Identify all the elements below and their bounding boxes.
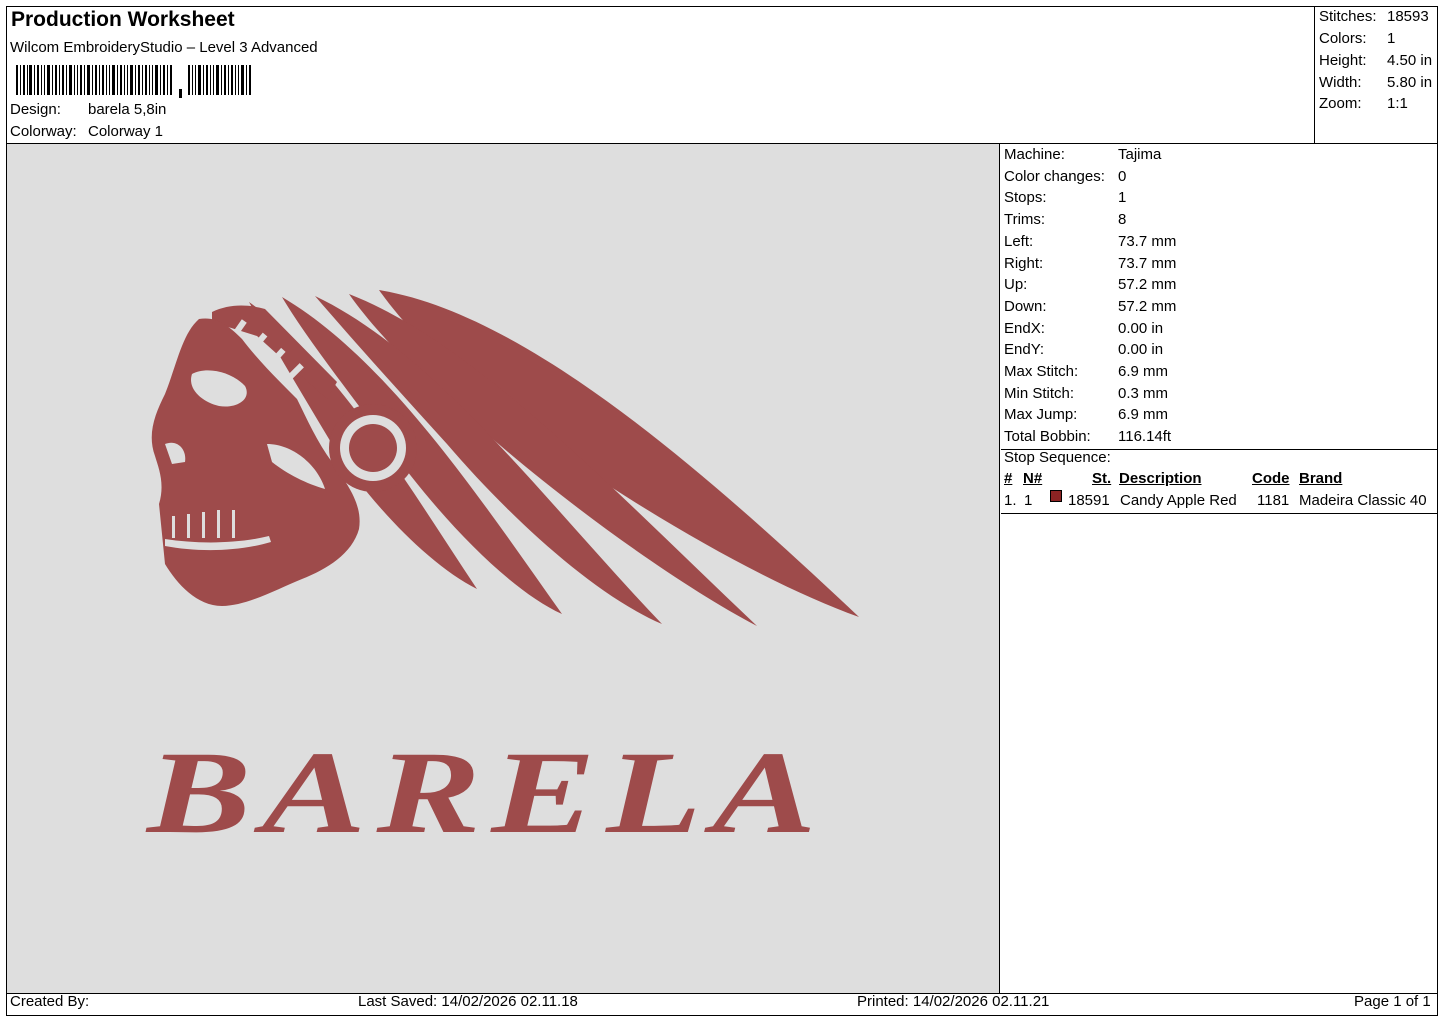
width-value: 5.80 in (1387, 74, 1433, 91)
thread-color-swatch (1050, 490, 1062, 502)
machine-info-row: Trims: 8 (1004, 211, 1126, 229)
machine-info-label: EndY: (1004, 341, 1045, 359)
stitches-value: 18593 (1387, 8, 1429, 25)
machine-info-row: Total Bobbin: 116.14ft (1004, 428, 1171, 446)
software-name: Wilcom EmbroideryStudio – Level 3 Advanc… (10, 39, 318, 56)
machine-info-label: Left: (1004, 232, 1034, 250)
machine-info-value: 73.7 mm (1118, 254, 1177, 272)
header-num: # (1004, 470, 1013, 487)
stitches-row: Stitches: 18593 (1319, 8, 1429, 25)
machine-info-value: 116.14ft (1118, 428, 1172, 446)
summary-box: Stitches: 18593 Colors: 1 Height: 4.50 in W… (1314, 6, 1438, 143)
machine-info-label: Up: (1004, 276, 1028, 294)
machine-info-value: 73.7 mm (1118, 232, 1177, 250)
row-code: 1181 (1257, 492, 1290, 509)
machine-info-panel: Machine: Tajima Color changes: 0 Stops: 1 Trim… (1001, 144, 1438, 993)
machine-info-row: Max Jump: 6.9 mm (1004, 406, 1168, 424)
design-text: BARELA (144, 727, 827, 858)
colors-label: Colors: (1319, 30, 1367, 47)
row-brand: Madeira Classic 40 (1299, 492, 1427, 509)
header-code: Code (1252, 470, 1290, 487)
width-label: Width: (1319, 74, 1362, 91)
machine-info-row: EndY: 0.00 in (1004, 341, 1163, 359)
machine-info-row: Left: 73.7 mm (1004, 232, 1176, 250)
machine-info-label: Down: (1004, 297, 1047, 315)
zoom-value: 1:1 (1387, 95, 1408, 112)
machine-info-row: Machine: Tajima (1004, 146, 1161, 163)
barcode (16, 65, 251, 98)
machine-info-label: Machine: (1004, 146, 1065, 163)
created-by: Created By: (10, 993, 90, 1010)
zoom-row: Zoom: 1:1 (1319, 95, 1408, 112)
height-value: 4.50 in (1387, 52, 1433, 69)
design-label: Design: (10, 101, 61, 118)
footer-divider (6, 993, 1438, 994)
row-stitches: 18591 (1068, 492, 1110, 509)
row-needle: 1 (1024, 492, 1033, 509)
machine-info-row: Up: 57.2 mm (1004, 276, 1176, 294)
height-label: Height: (1319, 52, 1367, 69)
machine-info-label: Color changes: (1004, 167, 1105, 185)
colors-row: Colors: 1 (1319, 30, 1395, 47)
machine-info-label: Trims: (1004, 211, 1046, 229)
machine-info-row: Min Stitch: 0.3 mm (1004, 384, 1168, 402)
stitches-label: Stitches: (1319, 8, 1377, 25)
printed-date: Printed: 14/02/2026 02.11.21 (857, 993, 1050, 1010)
height-row: Height: 4.50 in (1319, 52, 1432, 69)
worksheet-header: Production Worksheet Wilcom EmbroiderySt… (6, 6, 1314, 143)
colorway-label: Colorway: (10, 123, 77, 140)
last-saved: Last Saved: 14/02/2026 02.11.18 (358, 993, 578, 1010)
machine-info-row: Stops: 1 (1004, 189, 1126, 207)
zoom-label: Zoom: (1319, 95, 1362, 112)
machine-info-row: Down: 57.2 mm (1004, 297, 1176, 315)
machine-info-value: 8 (1118, 211, 1127, 229)
colorway-value: Colorway 1 (88, 123, 164, 140)
machine-info-value: 57.2 mm (1118, 276, 1177, 294)
machine-info-value: 57.2 mm (1118, 297, 1177, 315)
machine-info-label: Max Stitch: (1004, 363, 1079, 380)
machine-info-value: 6.9 mm (1118, 363, 1169, 380)
machine-info-label: Right: (1004, 254, 1044, 272)
page-number: Page 1 of 1 (1354, 993, 1431, 1010)
machine-info-label: Max Jump: (1004, 406, 1078, 424)
row-num: 1. (1004, 492, 1017, 509)
stop-sequence-title: Stop Sequence: (1004, 449, 1111, 466)
stop-sequence-divider-bottom (1001, 513, 1438, 514)
machine-info-value: 0.00 in (1118, 319, 1164, 337)
machine-info-value: Tajima (1118, 146, 1162, 163)
machine-info-row: Right: 73.7 mm (1004, 254, 1176, 272)
machine-info-label: EndX: (1004, 319, 1045, 337)
machine-info-row: EndX: 0.00 in (1004, 319, 1163, 337)
machine-info-value: 0 (1118, 167, 1127, 185)
header-stitches: St. (1092, 470, 1112, 487)
width-row: Width: 5.80 in (1319, 74, 1432, 91)
header-description: Description (1119, 470, 1202, 487)
machine-info-value: 0.3 mm (1118, 384, 1169, 402)
embroidery-design: BARELA (144, 290, 859, 858)
header-needle: N# (1023, 470, 1043, 487)
page-title: Production Worksheet (11, 8, 235, 31)
machine-info-row: Max Stitch: 6.9 mm (1004, 363, 1168, 380)
design-value: barela 5,8in (88, 101, 167, 118)
design-preview: BARELA (7, 144, 1000, 993)
colors-value: 1 (1387, 30, 1396, 47)
machine-info-value: 6.9 mm (1118, 406, 1169, 424)
machine-info-label: Min Stitch: (1004, 384, 1075, 402)
machine-info-row: Color changes: 0 (1004, 167, 1126, 185)
header-brand: Brand (1299, 470, 1343, 487)
machine-info-label: Total Bobbin: (1004, 428, 1091, 446)
machine-info-label: Stops: (1004, 189, 1047, 207)
row-description: Candy Apple Red (1120, 492, 1237, 509)
colorway-field: Colorway: Colorway 1 (10, 123, 163, 140)
machine-info-value: 0.00 in (1118, 341, 1164, 359)
machine-info-value: 1 (1118, 189, 1127, 207)
design-field: Design: barela 5,8in (10, 101, 166, 118)
